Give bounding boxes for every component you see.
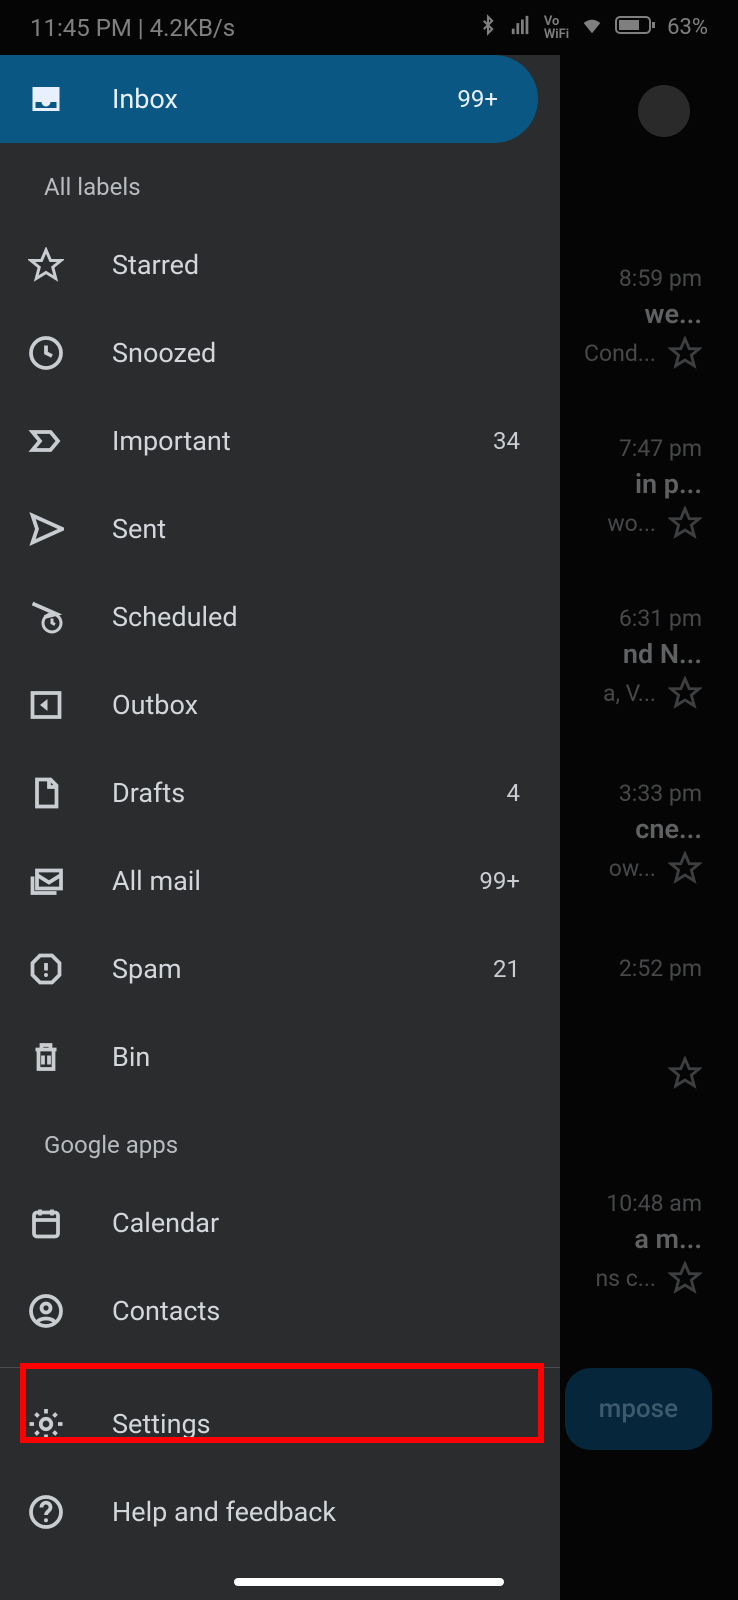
nav-label: Important xyxy=(112,425,445,457)
nav-starred[interactable]: Starred xyxy=(0,221,560,309)
gear-icon xyxy=(28,1406,64,1442)
nav-label: Calendar xyxy=(112,1207,532,1239)
nav-count: 99+ xyxy=(479,867,520,895)
nav-label: Scheduled xyxy=(112,601,472,633)
contacts-icon xyxy=(28,1293,64,1329)
trash-icon xyxy=(28,1039,64,1075)
nav-count: 21 xyxy=(493,955,520,983)
nav-settings[interactable]: Settings xyxy=(0,1380,560,1468)
nav-count: 4 xyxy=(507,779,521,807)
nav-label: Contacts xyxy=(112,1295,532,1327)
inbox-icon xyxy=(28,81,64,117)
nav-label: Help and feedback xyxy=(112,1496,532,1528)
nav-label: Outbox xyxy=(112,689,472,721)
nav-label: Spam xyxy=(112,953,445,985)
nav-bin[interactable]: Bin xyxy=(0,1013,560,1101)
nav-snoozed[interactable]: Snoozed xyxy=(0,309,560,397)
help-icon xyxy=(28,1494,64,1530)
nav-spam[interactable]: Spam 21 xyxy=(0,925,560,1013)
nav-outbox[interactable]: Outbox xyxy=(0,661,560,749)
outbox-icon xyxy=(28,687,64,723)
send-clock-icon xyxy=(28,599,64,635)
nav-inbox[interactable]: Inbox 99+ xyxy=(0,55,538,143)
star-icon xyxy=(28,247,64,283)
section-google-apps: Google apps xyxy=(0,1101,560,1179)
nav-calendar[interactable]: Calendar xyxy=(0,1179,560,1267)
nav-important[interactable]: Important 34 xyxy=(0,397,560,485)
nav-label: Bin xyxy=(112,1041,472,1073)
calendar-icon xyxy=(28,1205,64,1241)
nav-drafts[interactable]: Drafts 4 xyxy=(0,749,560,837)
send-icon xyxy=(28,511,64,547)
nav-sent[interactable]: Sent xyxy=(0,485,560,573)
nav-scheduled[interactable]: Scheduled xyxy=(0,573,560,661)
nav-label: Settings xyxy=(112,1408,532,1440)
chevron-tag-icon xyxy=(28,423,64,459)
nav-label: Drafts xyxy=(112,777,459,809)
nav-all-mail[interactable]: All mail 99+ xyxy=(0,837,560,925)
nav-label: All mail xyxy=(112,865,431,897)
nav-contacts[interactable]: Contacts xyxy=(0,1267,560,1355)
nav-label: Starred xyxy=(112,249,472,281)
section-all-labels: All labels xyxy=(0,143,560,221)
nav-count: 99+ xyxy=(457,85,498,113)
nav-help[interactable]: Help and feedback xyxy=(0,1468,560,1556)
clock-icon xyxy=(28,335,64,371)
nav-count: 34 xyxy=(493,427,520,455)
navigation-drawer: Inbox 99+ All labels Starred Snoozed Imp… xyxy=(0,55,560,1600)
file-icon xyxy=(28,775,64,811)
divider xyxy=(0,1367,560,1368)
home-indicator[interactable] xyxy=(234,1578,504,1586)
alert-octagon-icon xyxy=(28,951,64,987)
nav-label: Snoozed xyxy=(112,337,472,369)
mail-stack-icon xyxy=(28,863,64,899)
nav-label: Inbox xyxy=(112,83,409,115)
nav-label: Sent xyxy=(112,513,472,545)
